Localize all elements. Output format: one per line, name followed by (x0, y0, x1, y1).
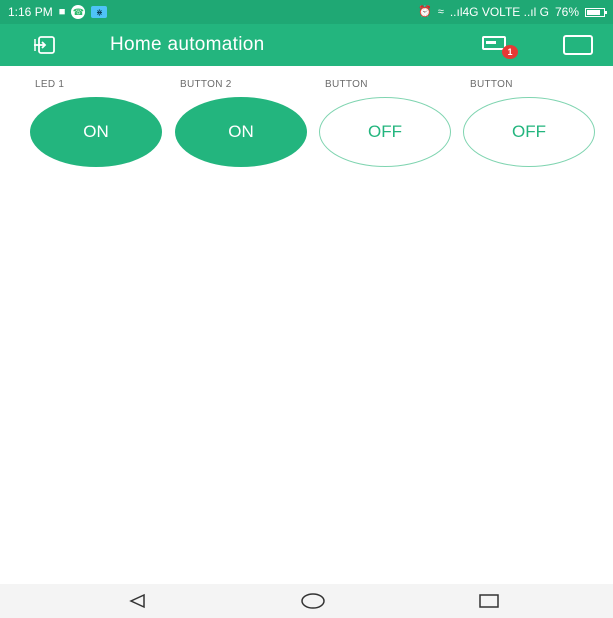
status-left: 1:16 PM ■ ☎ ⋇ (8, 5, 108, 19)
battery-icon (585, 7, 607, 17)
wifi-icon: ≈ (437, 5, 444, 18)
circle-home-icon (301, 593, 325, 609)
button-3-toggle-button[interactable]: OFF (319, 97, 451, 167)
button-2-toggle-button[interactable]: ON (175, 97, 307, 167)
exit-door-icon (34, 36, 55, 54)
exit-button[interactable] (30, 34, 60, 56)
navigation-bar (0, 584, 613, 618)
battery-percent: 76% (554, 5, 579, 19)
status-right: ⏰ ≈ ..ıl4G VOLTE ..ıl G 76% (418, 5, 607, 19)
app-notification-icon: ⋇ (91, 6, 108, 18)
status-bar: 1:16 PM ■ ☎ ⋇ ⏰ ≈ ..ıl4G VOLTE ..ıl G 76… (0, 0, 613, 24)
recents-button[interactable] (476, 589, 502, 613)
device-line (486, 41, 496, 44)
button-2-state: ON (228, 122, 254, 141)
button-4-toggle-button[interactable]: OFF (463, 97, 595, 167)
whatsapp-icon: ☎ (71, 5, 86, 19)
alarm-icon: ⏰ (418, 5, 432, 18)
widget-label-led-1: LED 1 (35, 79, 65, 90)
button-3-state: OFF (368, 122, 402, 141)
devices-button[interactable]: 1 (480, 33, 518, 61)
notification-icon: ■ (58, 5, 66, 18)
back-button[interactable] (124, 589, 150, 613)
notification-badge: 1 (502, 45, 518, 59)
square-recents-icon (479, 594, 499, 608)
network-status: ..ıl4G VOLTE ..ıl G (449, 5, 549, 19)
home-button[interactable] (300, 589, 326, 613)
led-1-toggle-button[interactable]: ON (30, 97, 162, 167)
widget-label-button-4: BUTTON (470, 79, 513, 90)
widget-label-button-2: BUTTON 2 (180, 79, 232, 90)
page-title: Home automation (110, 34, 265, 55)
triangle-back-icon (129, 593, 145, 609)
app-screen: 1:16 PM ■ ☎ ⋇ ⏰ ≈ ..ıl4G VOLTE ..ıl G 76… (0, 0, 613, 618)
app-bar: Home automation 1 (0, 24, 613, 66)
status-time: 1:16 PM (8, 5, 53, 19)
led-1-state: ON (83, 122, 109, 141)
widget-label-button-3: BUTTON (325, 79, 368, 90)
button-4-state: OFF (512, 122, 546, 141)
menu-button[interactable] (563, 35, 593, 55)
